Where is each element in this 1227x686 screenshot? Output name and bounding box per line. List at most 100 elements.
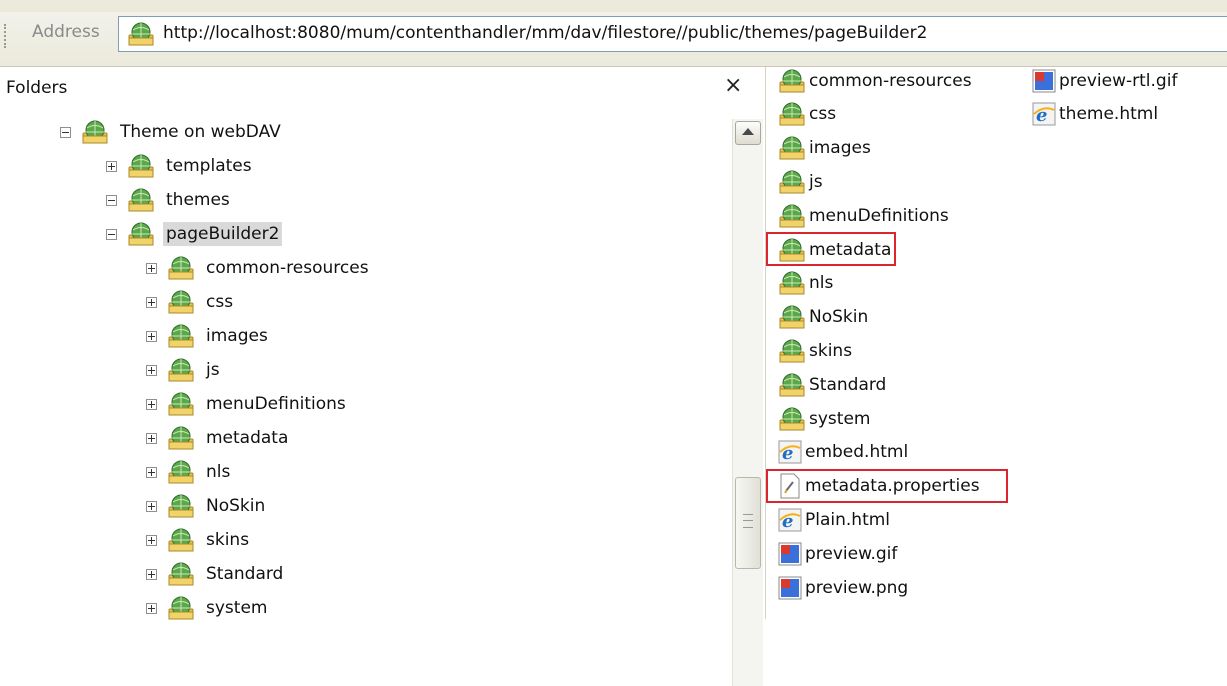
highlight-box [766, 232, 896, 266]
tree-item[interactable]: NoSkin [146, 489, 268, 523]
file-list-item[interactable]: images [778, 132, 871, 165]
web-folder-icon [167, 459, 195, 485]
tree-item-label: images [206, 326, 268, 346]
tree-item[interactable]: css [146, 285, 236, 319]
expand-icon[interactable] [146, 432, 157, 444]
file-list-item[interactable]: skins [778, 334, 852, 367]
ie-html-icon: e [1032, 102, 1056, 126]
file-list-item[interactable]: preview.gif [778, 537, 897, 570]
folders-header: Folders × [0, 67, 765, 107]
file-list-item[interactable]: js [778, 165, 823, 198]
expand-icon[interactable] [146, 568, 157, 580]
scroll-up-button[interactable] [735, 121, 761, 145]
web-folder-icon [778, 304, 806, 330]
file-list-item[interactable]: preview-rtl.gif [1032, 64, 1177, 97]
image-file-icon [1032, 69, 1056, 93]
address-input[interactable]: http://localhost:8080/mum/contenthandler… [118, 16, 1227, 52]
file-name: system [809, 408, 871, 429]
close-icon[interactable]: × [724, 73, 742, 98]
file-name: nls [809, 273, 834, 294]
collapse-icon[interactable] [60, 126, 71, 138]
file-name: Standard [809, 374, 887, 395]
web-folder-icon [778, 203, 806, 229]
collapse-icon[interactable] [106, 194, 117, 206]
web-folder-icon [778, 169, 806, 195]
file-name: css [809, 104, 837, 125]
tree-item-label: themes [166, 190, 230, 210]
scroll-thumb[interactable] [735, 477, 761, 569]
image-file-icon [778, 576, 802, 600]
web-folder-icon [167, 357, 195, 383]
tree-item-label: js [206, 360, 220, 380]
tree-item[interactable]: Standard [146, 557, 286, 591]
tree-item[interactable]: system [146, 591, 270, 625]
tree-item-label: skins [206, 530, 250, 550]
file-name: images [809, 138, 871, 159]
file-name: common-resources [809, 70, 972, 91]
tree-item[interactable]: images [146, 319, 271, 353]
expand-icon[interactable] [146, 398, 157, 410]
address-url: http://localhost:8080/mum/contenthandler… [163, 23, 928, 43]
tree-item-label: pageBuilder2 [163, 222, 283, 246]
web-folder-icon [167, 527, 195, 553]
file-list-item[interactable]: nls [778, 267, 833, 300]
expand-icon[interactable] [146, 500, 157, 512]
expand-icon[interactable] [146, 330, 157, 342]
file-list-item[interactable]: common-resources [778, 64, 972, 97]
file-list-item[interactable]: e embed.html [778, 436, 908, 469]
tree-item-label: Standard [206, 564, 284, 584]
tree-item[interactable]: js [146, 353, 223, 387]
toolbar-grip[interactable] [4, 24, 9, 48]
file-name: js [809, 171, 823, 192]
file-list-item[interactable]: Standard [778, 368, 886, 401]
web-folder-icon [127, 221, 155, 247]
expand-icon[interactable] [146, 364, 157, 376]
tree-item[interactable]: pageBuilder2 [106, 217, 283, 251]
file-name: menuDefinitions [809, 205, 949, 226]
expand-icon[interactable] [146, 262, 157, 274]
expand-icon[interactable] [106, 160, 117, 172]
web-folder-icon [81, 119, 109, 145]
image-file-icon [778, 542, 802, 566]
ie-html-icon: e [778, 508, 802, 532]
file-list-item[interactable]: preview.png [778, 571, 908, 604]
web-folder-icon [778, 270, 806, 296]
file-list-item[interactable]: css [778, 98, 836, 131]
file-name: theme.html [1059, 104, 1159, 125]
ie-html-icon: e [778, 440, 802, 464]
tree-item-label: NoSkin [206, 496, 266, 516]
tree-item[interactable]: templates [106, 149, 255, 183]
folders-title: Folders [6, 78, 68, 98]
file-list-item[interactable]: system [778, 402, 870, 435]
expand-icon[interactable] [146, 534, 157, 546]
tree-item-label: nls [206, 462, 231, 482]
folders-pane: Folders × Theme on webDAV templates themes… [0, 67, 766, 686]
tree-item[interactable]: Theme on webDAV [60, 115, 284, 149]
web-folder-icon [778, 68, 806, 94]
tree-item[interactable]: nls [146, 455, 233, 489]
file-list-item[interactable]: NoSkin [778, 301, 868, 334]
tree-item[interactable]: metadata [146, 421, 291, 455]
tree-item-label: Theme on webDAV [120, 122, 281, 142]
expand-icon[interactable] [146, 602, 157, 614]
expand-icon[interactable] [146, 296, 157, 308]
collapse-icon[interactable] [106, 228, 117, 240]
tree-item-label: css [206, 292, 234, 312]
file-name: skins [809, 340, 853, 361]
tree-item[interactable]: common-resources [146, 251, 372, 285]
file-list-item[interactable]: e theme.html [1032, 98, 1158, 131]
file-name: preview-rtl.gif [1059, 70, 1178, 91]
file-name: preview.gif [805, 543, 898, 564]
file-list-item[interactable]: e Plain.html [778, 503, 890, 536]
web-folder-icon [778, 338, 806, 364]
web-folder-icon [778, 372, 806, 398]
tree-item[interactable]: themes [106, 183, 233, 217]
web-folder-icon [167, 425, 195, 451]
tree-item[interactable]: skins [146, 523, 252, 557]
web-folder-icon [167, 391, 195, 417]
tree-scrollbar[interactable] [732, 119, 763, 686]
web-folder-icon [167, 323, 195, 349]
file-list-item[interactable]: menuDefinitions [778, 199, 949, 232]
tree-item[interactable]: menuDefinitions [146, 387, 349, 421]
expand-icon[interactable] [146, 466, 157, 478]
